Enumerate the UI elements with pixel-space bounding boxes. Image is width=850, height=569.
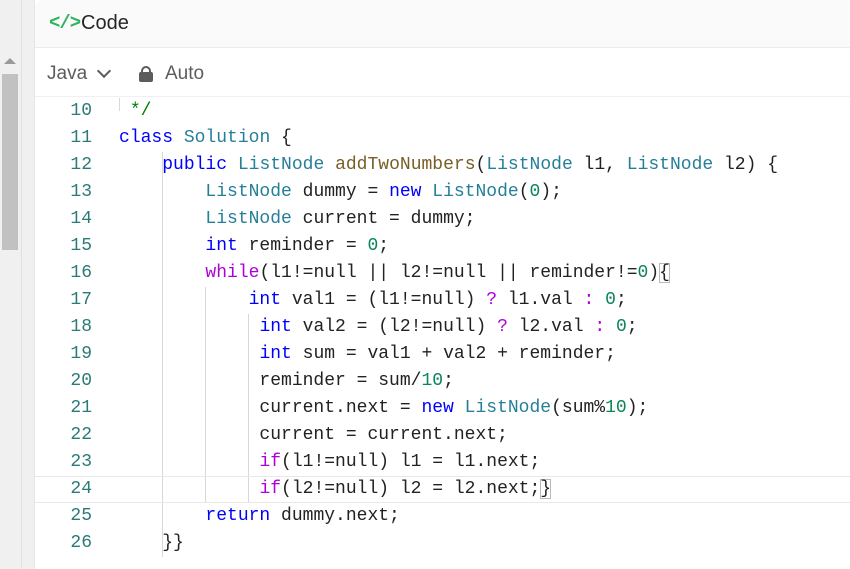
panel-header: </> Code: [35, 0, 850, 48]
code-line[interactable]: 12 public ListNode addTwoNumbers(ListNod…: [35, 152, 850, 179]
code-line[interactable]: 25 return dummy.next;: [35, 503, 850, 530]
code-line[interactable]: 17 int val1 = (l1!=null) ? l1.val : 0;: [35, 287, 850, 314]
line-number: 14: [70, 209, 92, 229]
code-line[interactable]: 14 ListNode current = dummy;: [35, 206, 850, 233]
line-number: 13: [70, 182, 92, 202]
scroll-up-arrow-icon[interactable]: [4, 58, 16, 64]
code-text: while(l1!=null || l2!=null || reminder!=…: [205, 263, 670, 283]
code-text: class Solution {: [119, 128, 292, 148]
code-text: return dummy.next;: [205, 506, 400, 526]
line-number: 25: [70, 506, 92, 526]
code-text: if(l1!=null) l1 = l1.next;: [259, 452, 541, 472]
code-window: </> Code Java Auto 10 */ 11 class Solution…: [0, 0, 850, 569]
line-number: 20: [70, 371, 92, 391]
code-line[interactable]: 26 }}: [35, 530, 850, 557]
line-number: 24: [70, 479, 92, 499]
code-icon: </>: [49, 12, 81, 34]
code-line[interactable]: 20 reminder = sum/10;: [35, 368, 850, 395]
code-text: int val1 = (l1!=null) ? l1.val : 0;: [248, 290, 627, 310]
code-line[interactable]: 16 while(l1!=null || l2!=null || reminde…: [35, 260, 850, 287]
line-number: 11: [70, 128, 92, 148]
code-text: ListNode dummy = new ListNode(0);: [205, 182, 562, 202]
line-number: 17: [70, 290, 92, 310]
code-line[interactable]: 10 */: [35, 98, 850, 125]
code-text: reminder = sum/10;: [119, 371, 454, 391]
code-text: current.next = new ListNode(sum%10);: [119, 398, 649, 418]
code-text: ListNode current = dummy;: [205, 209, 476, 229]
code-line[interactable]: 15 int reminder = 0;: [35, 233, 850, 260]
code-line[interactable]: 21 current.next = new ListNode(sum%10);: [35, 395, 850, 422]
code-line[interactable]: 18 int val2 = (l2!=null) ? l2.val : 0;: [35, 314, 850, 341]
code-text: int sum = val1 + val2 + reminder;: [259, 344, 616, 364]
line-number: 21: [70, 398, 92, 418]
auto-mode-toggle[interactable]: Auto: [139, 62, 204, 86]
code-line[interactable]: 19 int sum = val1 + val2 + reminder;: [35, 341, 850, 368]
line-number: 12: [70, 155, 92, 175]
line-number: 16: [70, 263, 92, 283]
line-number: 23: [70, 452, 92, 472]
code-text: if(l2!=null) l2 = l2.next;}: [259, 479, 552, 499]
code-text: int val2 = (l2!=null) ? l2.val : 0;: [259, 317, 638, 337]
code-line[interactable]: 11 class Solution {: [35, 125, 850, 152]
line-number: 10: [70, 101, 92, 121]
auto-mode-label: Auto: [165, 63, 205, 84]
line-number: 26: [70, 533, 92, 553]
chevron-down-icon: [97, 63, 112, 79]
code-text: */: [129, 101, 152, 121]
code-text: int reminder = 0;: [205, 236, 390, 256]
panel-title: Code: [81, 12, 129, 34]
code-text: public ListNode addTwoNumbers(ListNode l…: [162, 155, 778, 175]
outer-scrollbar[interactable]: [0, 0, 22, 569]
editor-toolbar: Java Auto: [35, 49, 850, 97]
code-panel: </> Code Java Auto 10 */ 11 class Solution…: [34, 0, 850, 569]
scrollbar-thumb[interactable]: [2, 74, 18, 250]
language-label: Java: [47, 63, 88, 84]
code-text: }}: [119, 533, 184, 553]
code-line[interactable]: 22 current = current.next;: [35, 422, 850, 449]
code-line[interactable]: 24 if(l2!=null) l2 = l2.next;}: [35, 476, 850, 503]
line-number: 15: [70, 236, 92, 256]
code-editor[interactable]: 10 */ 11 class Solution { 12 public ListNod…: [35, 98, 850, 569]
code-line[interactable]: 23 if(l1!=null) l1 = l1.next;: [35, 449, 850, 476]
line-number: 18: [70, 317, 92, 337]
line-number: 19: [70, 344, 92, 364]
language-select[interactable]: Java: [47, 62, 112, 86]
line-number: 22: [70, 425, 92, 445]
code-text: current = current.next;: [119, 425, 508, 445]
lock-icon: [139, 66, 153, 82]
code-line[interactable]: 13 ListNode dummy = new ListNode(0);: [35, 179, 850, 206]
